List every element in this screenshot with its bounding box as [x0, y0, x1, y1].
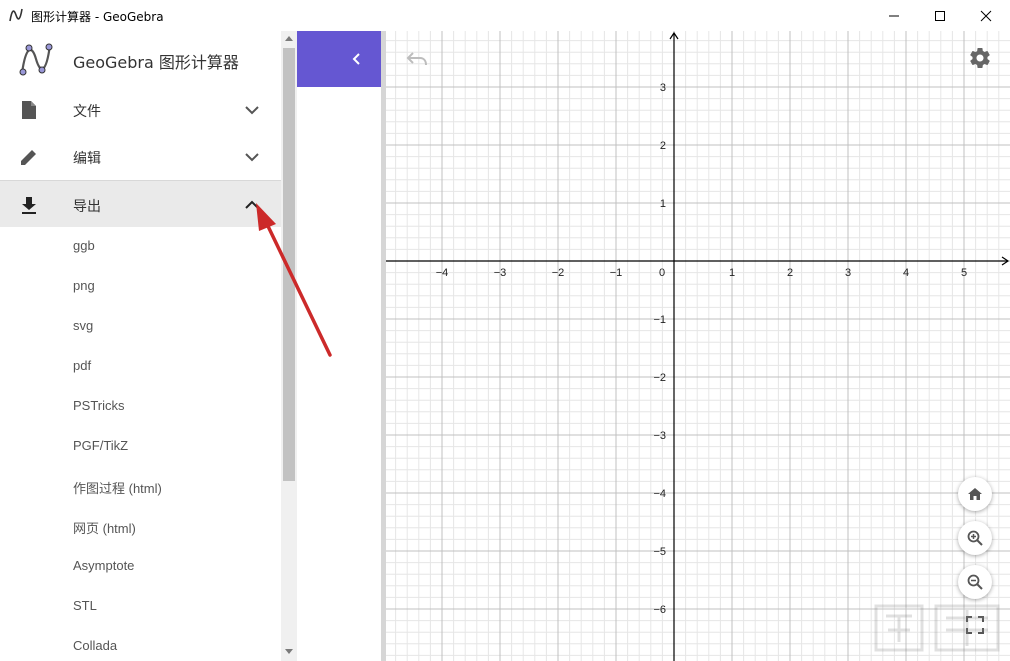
main-menu-sidebar: GeoGebra 图形计算器 文件 编辑 导出 ggb png svg pdf …: [0, 31, 281, 661]
scroll-up-arrow-icon[interactable]: [285, 36, 293, 41]
export-label: ggb: [73, 238, 95, 253]
menu-item-export[interactable]: 导出: [0, 180, 281, 227]
minimize-icon: [889, 15, 899, 16]
export-label: png: [73, 278, 95, 293]
y-tick-label: −3: [653, 430, 666, 442]
export-item-svg[interactable]: svg: [0, 307, 281, 347]
chevron-up-icon: [245, 200, 259, 209]
export-item-stl[interactable]: STL: [0, 587, 281, 627]
graphics-view[interactable]: −4 −3 −2 −1 0 1 2 3 4 5 3 2 1 −1 −2 −3 −4 −5 −6: [386, 31, 1010, 661]
zoom-in-button[interactable]: [958, 521, 992, 555]
export-item-png[interactable]: png: [0, 267, 281, 307]
menu-label-file: 文件: [73, 104, 101, 120]
minimize-button[interactable]: [871, 0, 917, 31]
export-item-asymptote[interactable]: Asymptote: [0, 547, 281, 587]
x-tick-label: 1: [729, 267, 735, 279]
collapse-panel-button[interactable]: [297, 31, 381, 87]
menu-header: GeoGebra 图形计算器: [0, 31, 281, 86]
y-tick-label: −4: [653, 488, 666, 500]
file-icon: [22, 101, 36, 119]
watermark-logo: [874, 604, 1000, 652]
menu-label-export: 导出: [73, 199, 101, 215]
export-label: pdf: [73, 358, 92, 373]
geogebra-app-icon: [9, 8, 23, 22]
home-button[interactable]: [958, 477, 992, 511]
export-label: 网页 (html): [73, 521, 136, 536]
y-tick-label: 2: [660, 140, 666, 152]
export-item-ggb[interactable]: ggb: [0, 227, 281, 267]
close-icon: [980, 10, 992, 21]
export-label: 作图过程 (html): [73, 481, 162, 496]
export-item-pdf[interactable]: pdf: [0, 347, 281, 387]
y-tick-label: −6: [653, 604, 666, 616]
export-item-webpage[interactable]: 网页 (html): [0, 507, 281, 547]
export-label: Asymptote: [73, 558, 135, 573]
x-tick-label: −3: [494, 267, 507, 279]
x-tick-label: 5: [961, 267, 967, 279]
download-icon: [22, 197, 36, 214]
x-tick-label: −4: [436, 267, 449, 279]
export-label: PGF/TikZ: [73, 438, 129, 453]
export-item-pstricks[interactable]: PSTricks: [0, 387, 281, 427]
x-tick-label: −1: [610, 267, 623, 279]
scroll-thumb[interactable]: [283, 48, 295, 481]
algebra-panel: [297, 31, 381, 661]
coordinate-grid[interactable]: −4 −3 −2 −1 0 1 2 3 4 5 3 2 1 −1 −2 −3 −4 −5 −6: [386, 31, 1010, 661]
maximize-button[interactable]: [917, 0, 963, 31]
zoom-in-icon: [967, 530, 983, 546]
menu-scrollbar[interactable]: [281, 31, 297, 661]
maximize-icon: [935, 10, 945, 21]
export-label: Collada: [73, 638, 118, 653]
y-tick-label: 1: [660, 198, 666, 210]
menu-item-file[interactable]: 文件: [0, 86, 281, 133]
title-bar: 图形计算器 - GeoGebra: [0, 0, 1010, 31]
x-tick-label: 3: [845, 267, 851, 279]
export-item-pgf-tikz[interactable]: PGF/TikZ: [0, 427, 281, 467]
y-tick-label: −2: [653, 372, 666, 384]
menu-label-edit: 编辑: [73, 151, 101, 167]
zoom-out-button[interactable]: [958, 565, 992, 599]
chevron-down-icon: [245, 153, 259, 162]
y-tick-label: 3: [660, 82, 666, 94]
x-tick-label: −2: [552, 267, 565, 279]
export-label: PSTricks: [73, 398, 125, 413]
close-button[interactable]: [963, 0, 1009, 31]
chevron-left-icon: [352, 53, 360, 65]
zoom-out-icon: [967, 574, 983, 590]
home-icon: [968, 488, 982, 500]
geogebra-logo: [19, 43, 53, 76]
window-title: 图形计算器 - GeoGebra: [31, 10, 164, 24]
chevron-down-icon: [245, 106, 259, 115]
x-tick-label: 4: [903, 267, 909, 279]
menu-item-edit[interactable]: 编辑: [0, 133, 281, 180]
export-label: svg: [73, 318, 94, 333]
scroll-down-arrow-icon[interactable]: [285, 649, 293, 654]
x-tick-label: 0: [659, 267, 665, 279]
y-tick-label: −5: [653, 546, 666, 558]
export-item-collada[interactable]: Collada: [0, 627, 281, 661]
export-label: STL: [73, 598, 97, 613]
pencil-icon: [21, 150, 36, 165]
export-item-construction-protocol[interactable]: 作图过程 (html): [0, 467, 281, 507]
y-tick-label: −1: [653, 314, 666, 326]
settings-icon[interactable]: [968, 46, 992, 70]
undo-icon[interactable]: [405, 49, 429, 69]
x-tick-label: 2: [787, 267, 793, 279]
app-name: GeoGebra 图形计算器: [73, 53, 239, 72]
